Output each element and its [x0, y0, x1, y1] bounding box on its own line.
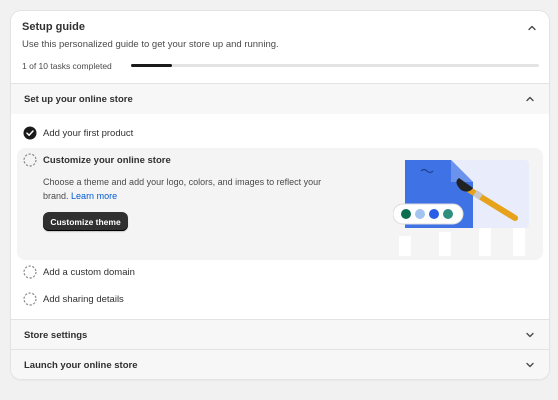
setup-guide-header: Setup guide Use this personalized guide … — [11, 11, 549, 83]
setup-guide-title: Setup guide — [22, 21, 85, 33]
section-title: Store settings — [24, 330, 88, 341]
swatch-green — [401, 209, 411, 219]
theme-illustration — [393, 156, 529, 256]
task-add-custom-domain[interactable]: Add a custom domain — [11, 259, 549, 285]
task-label: Add your first product — [43, 128, 134, 139]
chevron-down-icon[interactable] — [524, 329, 536, 341]
dashed-circle-icon — [23, 292, 37, 306]
section-header[interactable]: Store settings — [11, 320, 549, 350]
chevron-up-icon[interactable] — [526, 22, 538, 34]
task-label: Add a custom domain — [43, 267, 135, 278]
section-title: Launch your online store — [24, 360, 138, 371]
check-circle-icon — [23, 126, 37, 140]
section-header[interactable]: Launch your online store — [11, 350, 549, 379]
setup-guide-card: Setup guide Use this personalized guide … — [11, 11, 549, 379]
setup-guide-subtitle: Use this personalized guide to get your … — [22, 39, 279, 50]
progress-label: 1 of 10 tasks completed — [22, 61, 112, 71]
section-header[interactable]: Set up your online store — [11, 84, 549, 114]
task-label: Add sharing details — [43, 294, 124, 305]
learn-more-link[interactable]: Learn more — [71, 191, 117, 201]
swatch-teal — [443, 209, 453, 219]
swatch-blue — [429, 209, 439, 219]
dashed-circle-icon — [23, 265, 37, 279]
progress-bar — [131, 64, 539, 67]
task-label[interactable]: Customize your online store — [43, 155, 171, 166]
chevron-up-icon[interactable] — [524, 93, 536, 105]
customize-theme-button[interactable]: Customize theme — [43, 212, 128, 231]
dashed-circle-icon[interactable] — [23, 153, 37, 167]
swatch-light-blue — [415, 209, 425, 219]
task-add-sharing-details[interactable]: Add sharing details — [11, 286, 549, 312]
chevron-down-icon[interactable] — [524, 359, 536, 371]
progress-bar-fill — [131, 64, 172, 67]
section-launch-online-store: Launch your online store — [11, 349, 549, 379]
section-title: Set up your online store — [24, 94, 133, 105]
task-customize-online-store: Customize your online store Choose a the… — [17, 148, 543, 260]
task-description: Choose a theme and add your logo, colors… — [43, 175, 343, 203]
task-add-first-product[interactable]: Add your first product — [11, 120, 549, 146]
section-store-settings: Store settings — [11, 319, 549, 350]
